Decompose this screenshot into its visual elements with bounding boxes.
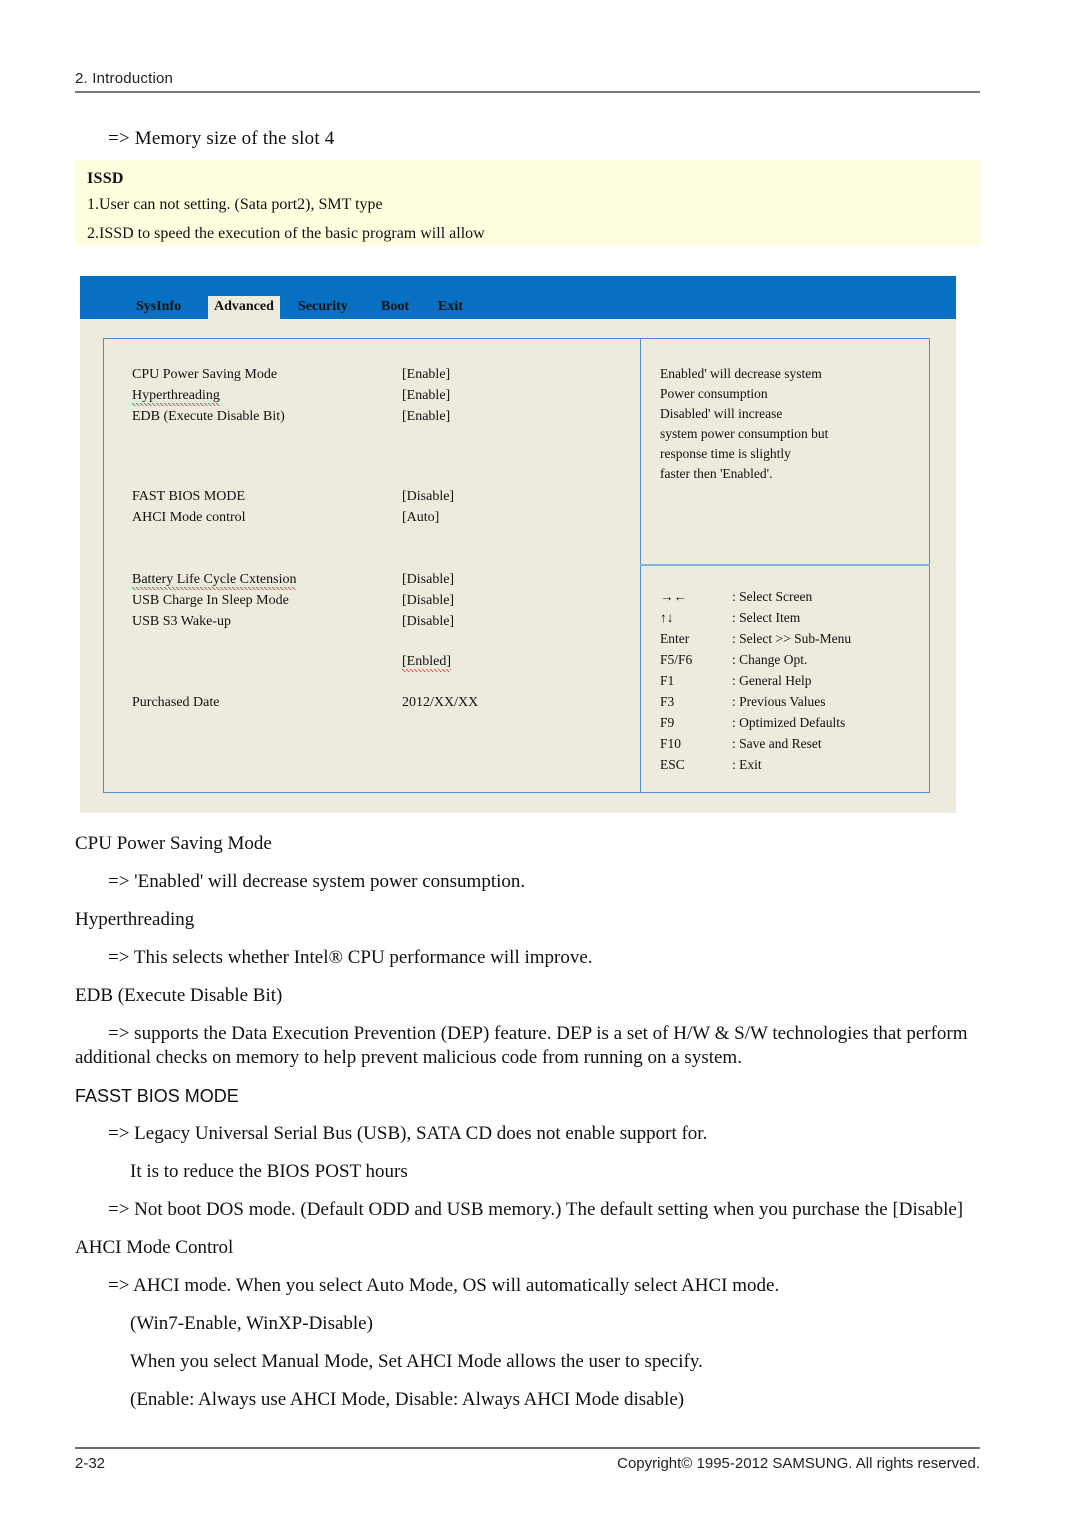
bios-setting-value[interactable]: [Disable] [402, 614, 454, 630]
bios-setup-screenshot: SysInfo Advanced Security Boot Exit CPU Powe… [80, 276, 956, 813]
issd-note-line-1: 1.User can not setting. (Sata port2), SM… [87, 196, 383, 213]
page-header: 2. Introduction [75, 70, 980, 93]
bios-setting-value[interactable]: [Enbled] [402, 654, 451, 672]
bios-tab-exit[interactable]: Exit [432, 296, 469, 319]
bios-key-description: : Change Opt. [732, 652, 808, 667]
bios-horizontal-divider [640, 564, 930, 566]
bios-setting-label[interactable]: USB Charge In Sleep Mode [132, 593, 289, 609]
bios-key-description: : Select Screen [732, 589, 813, 604]
bios-key-name: F1 [660, 673, 675, 688]
bios-setting-value[interactable]: 2012/XX/XX [402, 695, 478, 711]
bios-setting-label[interactable]: Purchased Date [132, 695, 219, 711]
bios-key-name: ESC [660, 757, 685, 772]
issd-note-title: ISSD [87, 170, 124, 187]
body-paragraph: EDB (Execute Disable Bit) [75, 985, 283, 1006]
bios-help-line: system power consumption but [660, 426, 829, 441]
body-paragraph: => AHCI mode. When you select Auto Mode,… [108, 1275, 780, 1296]
bios-key-name: ↑↓ [660, 610, 674, 625]
body-paragraph: AHCI Mode Control [75, 1237, 234, 1258]
bios-tab-advanced[interactable]: Advanced [208, 296, 280, 319]
bios-help-line: Enabled' will decrease system [660, 366, 822, 381]
body-paragraph: => supports the Data Execution Preventio… [108, 1023, 968, 1044]
body-paragraph: It is to reduce the BIOS POST hours [130, 1161, 408, 1182]
body-paragraph: => 'Enabled' will decrease system power … [108, 871, 526, 892]
body-paragraph: additional checks on memory to help prev… [75, 1047, 742, 1068]
body-paragraph: => This selects whether Intel® CPU perfo… [108, 947, 593, 968]
bios-key-name: Enter [660, 631, 690, 646]
bios-setting-value[interactable]: [Disable] [402, 593, 454, 609]
issd-note-line-2: 2.ISSD to speed the execution of the bas… [87, 225, 485, 242]
bios-help-line: response time is slightly [660, 446, 791, 461]
footer-page-number: 2-32 [75, 1455, 106, 1472]
bios-key-description: : Select Item [732, 610, 801, 625]
intro-line: => Memory size of the slot 4 [108, 128, 335, 149]
bios-setting-label[interactable]: USB S3 Wake-up [132, 614, 231, 630]
body-paragraph: (Win7-Enable, WinXP-Disable) [130, 1313, 373, 1334]
bios-tab-security[interactable]: Security [292, 296, 354, 319]
body-paragraph: CPU Power Saving Mode [75, 833, 272, 854]
bios-setting-label[interactable]: AHCI Mode control [132, 510, 246, 526]
bios-setting-label[interactable]: Hyperthreading [132, 388, 220, 406]
bios-setting-value[interactable]: [Disable] [402, 572, 454, 588]
bios-key-description: : Select >> Sub-Menu [732, 631, 852, 646]
bios-setting-value[interactable]: [Auto] [402, 510, 439, 526]
bios-setting-label[interactable]: FAST BIOS MODE [132, 489, 245, 505]
bios-tab-bar: SysInfo Advanced Security Boot Exit [80, 276, 956, 319]
bios-key-name: F9 [660, 715, 675, 730]
bios-tab-sysinfo[interactable]: SysInfo [130, 296, 187, 319]
bios-setting-label[interactable]: CPU Power Saving Mode [132, 367, 277, 383]
bios-setting-value[interactable]: [Enable] [402, 409, 450, 425]
page-header-divider [75, 91, 980, 93]
bios-key-description: : Exit [732, 757, 762, 772]
bios-help-line: faster then 'Enabled'. [660, 466, 773, 481]
footer-copyright: Copyright© 1995-2012 SAMSUNG. All rights… [617, 1455, 980, 1472]
bios-key-description: : General Help [732, 673, 812, 688]
bios-key-name: F3 [660, 694, 675, 709]
bios-key-description: : Previous Values [732, 694, 826, 709]
issd-note-box: ISSD 1.User can not setting. (Sata port2… [75, 160, 980, 246]
body-paragraph: When you select Manual Mode, Set AHCI Mo… [130, 1351, 703, 1372]
body-paragraph: => Not boot DOS mode. (Default ODD and U… [108, 1199, 964, 1220]
footer-divider [75, 1447, 980, 1449]
bios-content-panel: CPU Power Saving Mode [Enable] Hyperthread… [103, 338, 930, 793]
bios-key-description: : Save and Reset [732, 736, 822, 751]
body-paragraph: FASST BIOS MODE [75, 1086, 239, 1106]
bios-key-name: F5/F6 [660, 652, 693, 667]
bios-setting-value[interactable]: [Enable] [402, 367, 450, 383]
bios-key-name: →← [660, 589, 687, 604]
bios-help-line: Power consumption [660, 386, 768, 401]
bios-setting-label[interactable]: Battery Life Cycle Cxtension [132, 572, 297, 590]
bios-tab-boot[interactable]: Boot [375, 296, 415, 319]
bios-key-name: F10 [660, 736, 682, 751]
page-header-title: 2. Introduction [75, 70, 174, 87]
bios-setting-label[interactable]: EDB (Execute Disable Bit) [132, 409, 285, 425]
body-paragraph: => Legacy Universal Serial Bus (USB), SA… [108, 1123, 708, 1144]
bios-key-description: : Optimized Defaults [732, 715, 846, 730]
bios-help-line: Disabled' will increase [660, 406, 783, 421]
bios-setting-value[interactable]: [Enable] [402, 388, 450, 404]
bios-setting-value[interactable]: [Disable] [402, 489, 454, 505]
body-paragraph: Hyperthreading [75, 909, 195, 930]
body-paragraph: (Enable: Always use AHCI Mode, Disable: … [130, 1389, 685, 1410]
